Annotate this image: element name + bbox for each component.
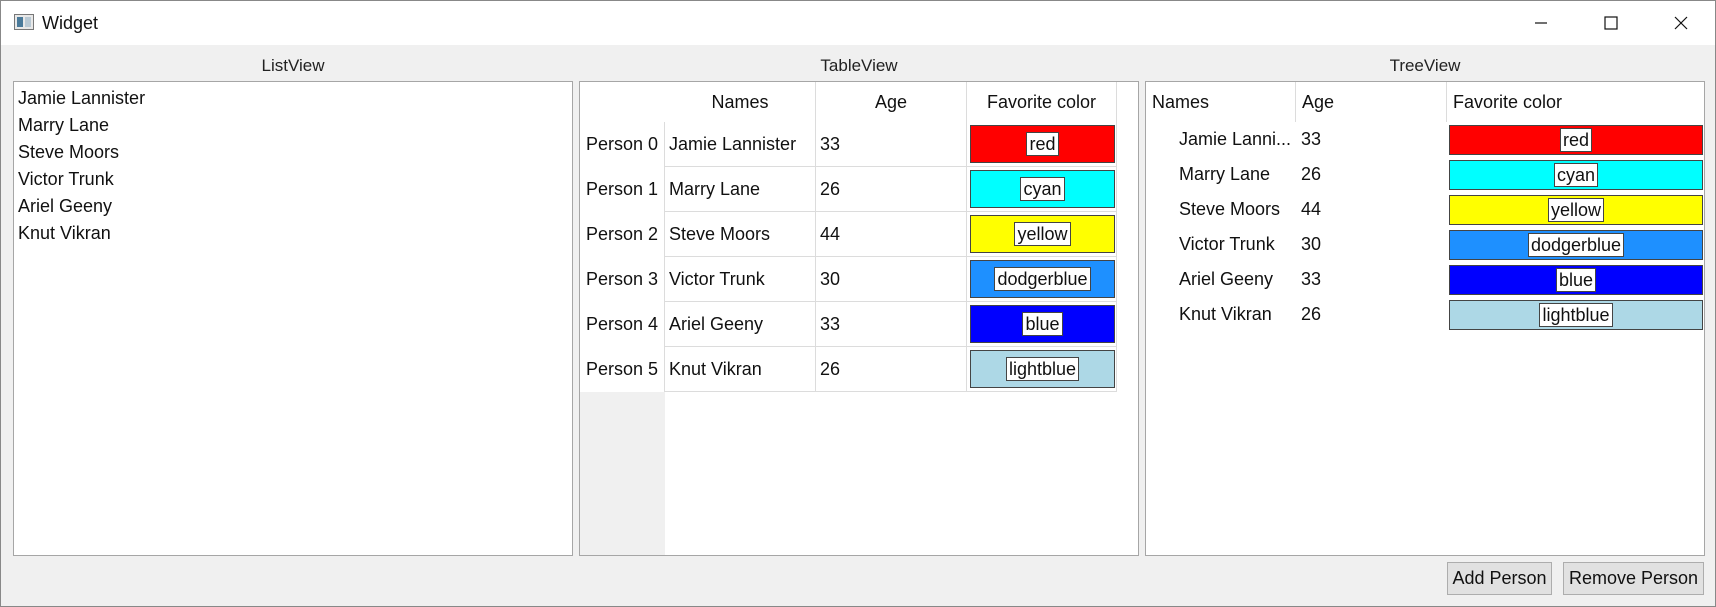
list-item[interactable]: Steve Moors	[18, 142, 119, 163]
maximize-button[interactable]	[1576, 1, 1646, 45]
table-row-header[interactable]: Person 0	[580, 122, 665, 167]
table-cell-color[interactable]: dodgerblue	[967, 257, 1117, 302]
color-label: blue	[1022, 312, 1063, 336]
table-cell-age[interactable]: 26	[816, 347, 967, 392]
table-cell-color[interactable]: yellow	[967, 212, 1117, 257]
table-header-names[interactable]: Names	[665, 82, 816, 122]
color-swatch[interactable]: dodgerblue	[1449, 230, 1703, 260]
tree-item-name[interactable]: Marry Lane	[1179, 157, 1296, 192]
table-row-header[interactable]: Person 2	[580, 212, 665, 257]
title-bar[interactable]: Widget	[1, 1, 1715, 45]
color-swatch: dodgerblue	[970, 260, 1115, 298]
table-cell-color[interactable]: blue	[967, 302, 1117, 347]
tree-item-name[interactable]: Jamie Lanni...	[1179, 122, 1296, 157]
list-item[interactable]: Knut Vikran	[18, 223, 111, 244]
color-swatch[interactable]: cyan	[1449, 160, 1703, 190]
table-cell-color[interactable]: red	[967, 122, 1117, 167]
tree-item-age[interactable]: 33	[1301, 122, 1441, 157]
table-row-header[interactable]: Person 5	[580, 347, 665, 392]
table-row-header[interactable]: Person 3	[580, 257, 665, 302]
table-cell-age[interactable]: 33	[816, 302, 967, 347]
color-label: dodgerblue	[1527, 233, 1625, 257]
tree-item-name[interactable]: Victor Trunk	[1179, 227, 1296, 262]
table-row-header[interactable]: Person 1	[580, 167, 665, 212]
tree-item-name[interactable]: Ariel Geeny	[1179, 262, 1296, 297]
close-button[interactable]	[1646, 1, 1716, 45]
color-swatch[interactable]: red	[1449, 125, 1703, 155]
table-cell-color[interactable]: cyan	[967, 167, 1117, 212]
color-label: dodgerblue	[994, 267, 1091, 291]
tree-item-age[interactable]: 44	[1301, 192, 1441, 227]
color-label: cyan	[1020, 177, 1065, 201]
table-cell-color[interactable]: lightblue	[967, 347, 1117, 392]
color-label: red	[1559, 128, 1592, 152]
list-item[interactable]: Ariel Geeny	[18, 196, 112, 217]
color-label: yellow	[1014, 222, 1071, 246]
add-person-button[interactable]: Add Person	[1447, 562, 1552, 595]
listview-label: ListView	[261, 56, 325, 75]
color-label: lightblue	[1005, 357, 1080, 381]
tree-item-age[interactable]: 26	[1301, 297, 1441, 332]
color-label: lightblue	[1539, 303, 1613, 327]
table-view[interactable]: Names Age Favorite color Person 0 Person…	[579, 81, 1139, 556]
tree-header-color[interactable]: Favorite color	[1447, 82, 1704, 122]
tree-item-age[interactable]: 26	[1301, 157, 1441, 192]
list-view[interactable]: Jamie Lannister Marry Lane Steve Moors V…	[13, 81, 573, 556]
app-window-icon	[14, 14, 34, 30]
table-cell-age[interactable]: 26	[816, 167, 967, 212]
minimize-button[interactable]	[1506, 1, 1576, 45]
tree-header-names[interactable]: Names	[1146, 82, 1296, 122]
table-cell-name[interactable]: Steve Moors	[665, 212, 816, 257]
tree-view[interactable]: Names Age Favorite color Jamie Lanni... …	[1145, 81, 1705, 556]
color-label: blue	[1555, 268, 1597, 292]
table-corner	[580, 82, 665, 122]
table-header-age[interactable]: Age	[816, 82, 967, 122]
color-swatch: red	[970, 125, 1115, 163]
color-swatch: blue	[970, 305, 1115, 343]
table-cell-name[interactable]: Knut Vikran	[665, 347, 816, 392]
color-swatch: cyan	[970, 170, 1115, 208]
list-item[interactable]: Victor Trunk	[18, 169, 114, 190]
minimize-icon	[1535, 22, 1547, 24]
table-cell-name[interactable]: Marry Lane	[665, 167, 816, 212]
color-swatch[interactable]: blue	[1449, 265, 1703, 295]
color-swatch: lightblue	[970, 350, 1115, 388]
color-swatch[interactable]: yellow	[1449, 195, 1703, 225]
tree-header-age[interactable]: Age	[1296, 82, 1447, 122]
table-header-color[interactable]: Favorite color	[967, 82, 1117, 122]
color-label: yellow	[1547, 198, 1605, 222]
treeview-label: TreeView	[1389, 56, 1461, 75]
main-window: Widget ListView TableView TreeView Jamie…	[0, 0, 1716, 607]
tableview-label: TableView	[820, 56, 898, 75]
color-label: red	[1026, 132, 1059, 156]
tree-item-age[interactable]: 33	[1301, 262, 1441, 297]
table-cell-age[interactable]: 30	[816, 257, 967, 302]
table-cell-age[interactable]: 44	[816, 212, 967, 257]
table-cell-age[interactable]: 33	[816, 122, 967, 167]
maximize-icon	[1604, 16, 1618, 30]
list-item[interactable]: Marry Lane	[18, 115, 109, 136]
close-icon	[1674, 16, 1688, 30]
color-swatch: yellow	[970, 215, 1115, 253]
tree-item-name[interactable]: Steve Moors	[1179, 192, 1296, 227]
table-row-header[interactable]: Person 4	[580, 302, 665, 347]
table-cell-name[interactable]: Jamie Lannister	[665, 122, 816, 167]
window-title: Widget	[42, 13, 99, 33]
tree-item-age[interactable]: 30	[1301, 227, 1441, 262]
color-swatch[interactable]: lightblue	[1449, 300, 1703, 330]
remove-person-button[interactable]: Remove Person	[1563, 562, 1704, 595]
table-cell-name[interactable]: Ariel Geeny	[665, 302, 816, 347]
tree-item-name[interactable]: Knut Vikran	[1179, 297, 1296, 332]
list-item[interactable]: Jamie Lannister	[18, 88, 145, 109]
color-label: cyan	[1553, 163, 1599, 187]
table-cell-name[interactable]: Victor Trunk	[665, 257, 816, 302]
